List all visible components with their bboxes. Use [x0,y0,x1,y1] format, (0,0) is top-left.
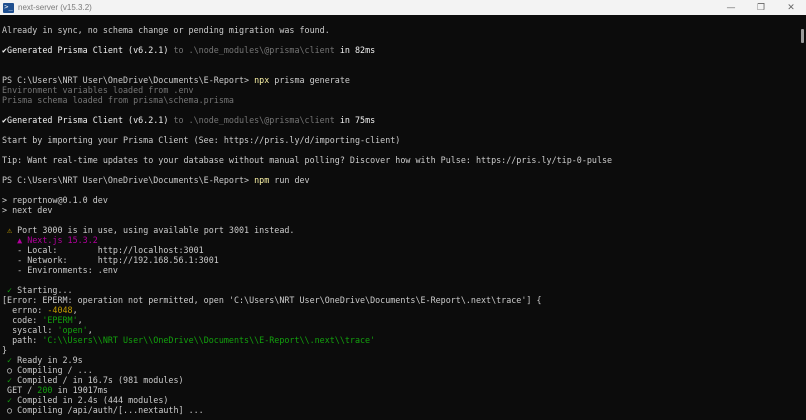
output-line: ✔Generated Prisma Client (v6.2.1) to .\n… [2,45,376,55]
output-line: ✓ Compiled / in 16.7s (981 modules) [2,375,184,385]
output-line: Start by importing your Prisma Client (S… [2,135,401,145]
terminal-app-icon: >_ [3,2,14,13]
terminal-output[interactable]: Already in sync, no schema change or pen… [0,15,798,420]
output-line: ○ Compiling /api/auth/[...nextauth] ... [2,405,204,415]
output-line: > reportnow@0.1.0 dev [2,195,108,205]
error-line: errno: -4048, [2,305,78,315]
warning-icon: ⚠ [2,225,13,235]
close-button[interactable]: ✕ [776,0,806,15]
check-icon: ✓ [2,375,13,385]
check-icon: ✓ [2,355,13,365]
title-bar: >_ next-server (v15.3.2) — ❐ ✕ [0,0,806,15]
output-line: ✓ Starting... [2,285,73,295]
output-line: ✓ Ready in 2.9s [2,355,83,365]
output-line: ▲ Next.js 15.3.2 [2,235,98,245]
vertical-scrollbar[interactable] [798,15,806,420]
maximize-button[interactable]: ❐ [746,0,776,15]
output-line: Tip: Want real-time updates to your data… [2,155,613,165]
error-line: [Error: EPERM: operation not permitted, … [2,295,542,305]
error-line: code: 'EPERM', [2,315,83,325]
window-controls: — ❐ ✕ [716,0,806,15]
output-line: ⚠ Port 3000 is in use, using available p… [2,225,295,235]
check-icon: ✓ [2,285,13,295]
error-line: path: 'C:\\Users\\NRT User\\OneDrive\\Do… [2,335,376,345]
output-line: > next dev [2,205,53,215]
output-line: ○ Compiling / ... [2,365,93,375]
circle-icon: ○ [2,405,13,415]
window-title: next-server (v15.3.2) [18,3,92,12]
output-line: ✓ Compiled in 2.4s (444 modules) [2,395,169,405]
output-line: Environment variables loaded from .env [2,85,194,95]
circle-icon: ○ [2,365,13,375]
check-icon: ✓ [2,395,13,405]
output-line: GET / 200 in 19017ms [2,385,108,395]
scrollbar-thumb[interactable] [801,29,804,43]
output-line: ✔Generated Prisma Client (v6.2.1) to .\n… [2,115,376,125]
minimize-button[interactable]: — [716,0,746,15]
error-line: } [2,345,8,355]
output-line: - Network: http://192.168.56.1:3001 [2,255,219,265]
prompt-line: PS C:\Users\NRT User\OneDrive\Documents\… [2,175,310,185]
output-line: Prisma schema loaded from prisma\schema.… [2,95,234,105]
error-line: syscall: 'open', [2,325,93,335]
output-line: Already in sync, no schema change or pen… [2,25,330,35]
prompt-line: PS C:\Users\NRT User\OneDrive\Documents\… [2,75,350,85]
output-line: - Environments: .env [2,265,118,275]
output-line: - Local: http://localhost:3001 [2,245,204,255]
